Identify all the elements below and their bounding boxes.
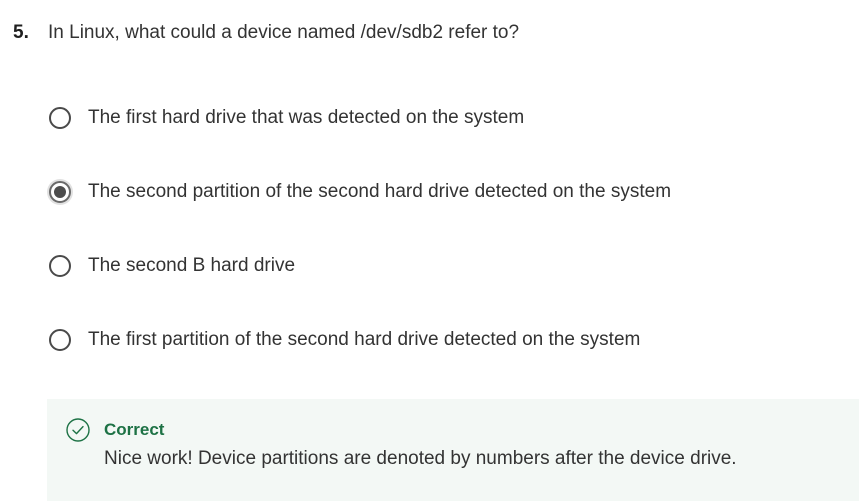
question-number: 5. — [13, 22, 29, 43]
radio-button-2[interactable] — [47, 179, 73, 205]
radio-button-4[interactable] — [47, 327, 73, 353]
radio-button-1[interactable] — [47, 105, 73, 131]
option-4[interactable]: The first partition of the second hard d… — [47, 327, 640, 353]
radio-checked-icon — [49, 181, 71, 203]
option-label: The first partition of the second hard d… — [88, 329, 641, 350]
option-label: The first hard drive that was detected o… — [88, 107, 525, 128]
radio-unchecked-icon — [49, 255, 71, 277]
feedback-status: Correct — [104, 420, 165, 439]
option-label: The second B hard drive — [88, 255, 296, 276]
radio-button-3[interactable] — [47, 253, 73, 279]
question-text: In Linux, what could a device named /dev… — [48, 22, 520, 43]
option-label: The second partition of the second hard … — [88, 181, 672, 202]
option-3[interactable]: The second B hard drive — [47, 253, 295, 279]
question-header: 5. In Linux, what could a device named /… — [13, 22, 519, 44]
radio-unchecked-icon — [49, 107, 71, 129]
check-circle-icon — [66, 418, 90, 442]
feedback-panel: Correct Nice work! Device partitions are… — [47, 399, 859, 501]
radio-unchecked-icon — [49, 329, 71, 351]
option-1[interactable]: The first hard drive that was detected o… — [47, 105, 524, 131]
feedback-message: Nice work! Device partitions are denoted… — [104, 448, 737, 469]
option-2[interactable]: The second partition of the second hard … — [47, 179, 671, 205]
